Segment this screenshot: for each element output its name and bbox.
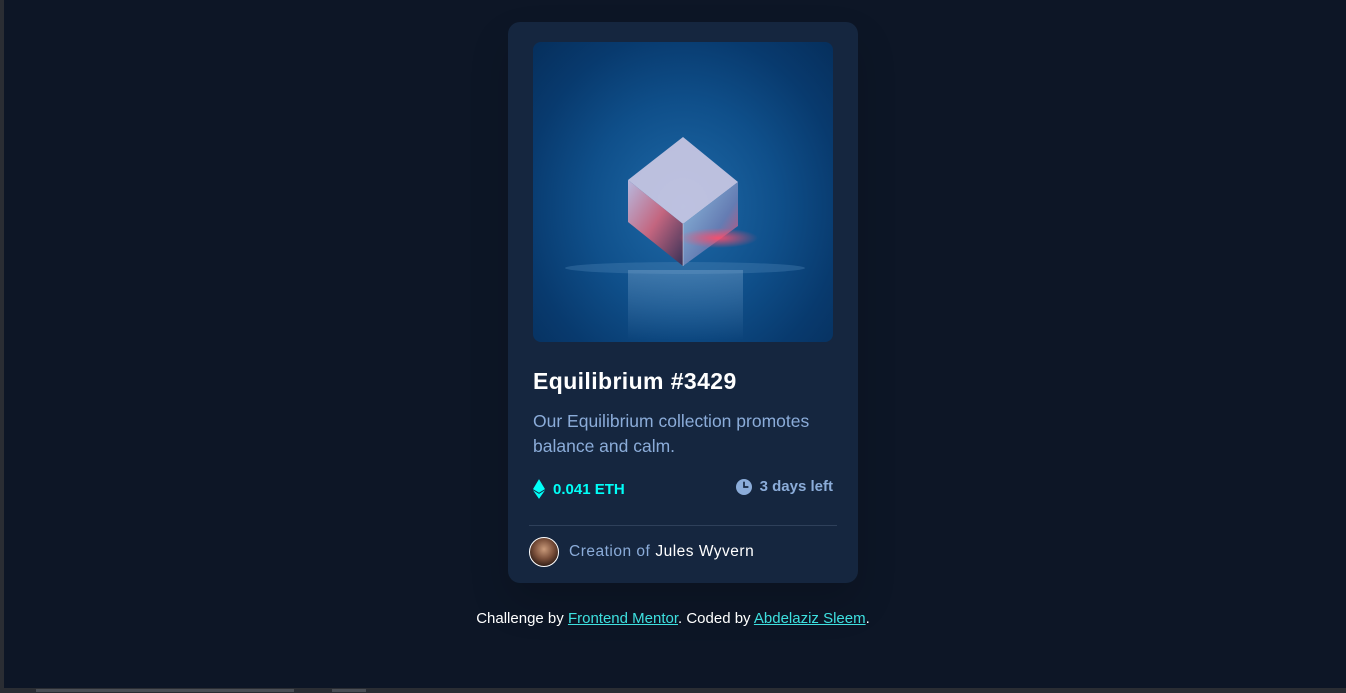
card-description: Our Equilibrium collection promotes bala… bbox=[533, 411, 810, 456]
attribution-suffix: . bbox=[865, 610, 870, 627]
creator-prefix: Creation of bbox=[569, 543, 651, 560]
attribution-coded-prefix: . Coded by bbox=[678, 610, 751, 627]
attribution-challenge-prefix: Challenge by bbox=[476, 610, 564, 627]
coder-link[interactable]: Abdelaziz Sleem bbox=[754, 610, 866, 627]
card-title[interactable]: Equilibrium #3429 bbox=[533, 368, 737, 395]
cube-illustration bbox=[565, 137, 805, 340]
nft-card: Equilibrium #3429 Our Equilibrium collec… bbox=[508, 22, 858, 583]
card-stats: 0.041 ETH 3 days left bbox=[533, 478, 833, 502]
price-value: 0.041 ETH bbox=[553, 480, 625, 498]
window-frame-bottom bbox=[0, 688, 1346, 693]
attribution: Challenge by Frontend Mentor. Coded by A… bbox=[0, 610, 1346, 627]
price: 0.041 ETH bbox=[533, 478, 625, 500]
scrollbar-segment[interactable] bbox=[332, 689, 366, 692]
ethereum-icon bbox=[533, 479, 545, 499]
nft-image[interactable] bbox=[533, 42, 833, 342]
window-frame-left bbox=[0, 0, 4, 693]
divider bbox=[529, 525, 837, 526]
creator-name-link[interactable]: Jules Wyvern bbox=[655, 543, 754, 561]
scrollbar-segment[interactable] bbox=[36, 689, 294, 692]
creator: Creation of Jules Wyvern bbox=[529, 536, 754, 568]
clock-icon bbox=[735, 478, 752, 495]
avatar bbox=[529, 537, 559, 567]
frontend-mentor-link[interactable]: Frontend Mentor bbox=[568, 610, 678, 627]
time-left-value: 3 days left bbox=[759, 478, 833, 495]
time-left: 3 days left bbox=[735, 478, 833, 495]
